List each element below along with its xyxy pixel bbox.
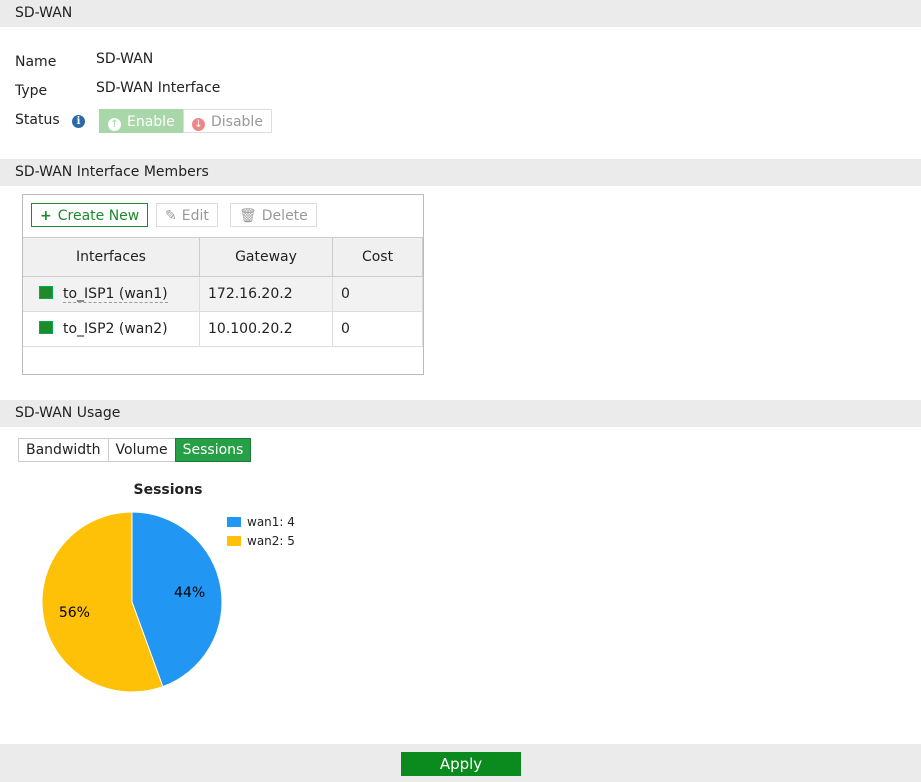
create-new-button[interactable]: + Create New — [31, 203, 149, 227]
create-new-label: Create New — [57, 208, 140, 224]
column-header-cost[interactable]: Cost — [332, 237, 423, 277]
section-header-sdwan: SD-WAN — [0, 0, 921, 27]
type-label: Type — [15, 83, 48, 99]
type-value: SD-WAN Interface — [96, 80, 221, 96]
legend-swatch — [227, 536, 241, 546]
arrow-up-icon: ↑ — [108, 118, 121, 131]
port-icon — [39, 321, 53, 334]
legend-item-wan1[interactable]: wan1: 4 — [227, 515, 295, 529]
tab-bandwidth[interactable]: Bandwidth — [18, 438, 109, 462]
footer: Apply — [0, 744, 921, 782]
legend-label: wan1: 4 — [247, 515, 295, 529]
cost-cell: 0 — [332, 276, 423, 312]
status-label: Status i — [15, 112, 86, 128]
gateway-cell: 172.16.20.2 — [199, 276, 333, 312]
tab-volume[interactable]: Volume — [107, 438, 176, 462]
disable-button[interactable]: ↓ Disable — [183, 109, 272, 133]
enable-button[interactable]: ↑ Enable — [99, 109, 184, 133]
plus-icon: + — [40, 208, 52, 224]
interface-name: to_ISP1 (wan1) — [63, 286, 168, 303]
edit-label: Edit — [181, 208, 209, 224]
gateway-cell: 10.100.20.2 — [199, 311, 333, 347]
delete-button[interactable]: 🗑 Delete — [230, 203, 317, 227]
pie-chart: 44% 56% — [41, 511, 223, 693]
column-header-interfaces[interactable]: Interfaces — [23, 237, 200, 277]
table-row[interactable]: to_ISP2 (wan2) 10.100.20.2 0 — [23, 311, 423, 347]
chart-title: Sessions — [133, 482, 203, 498]
port-icon — [39, 286, 53, 299]
section-header-members: SD-WAN Interface Members — [0, 159, 921, 186]
members-panel: + Create New ✎ Edit 🗑 Delete Interfaces Gate… — [22, 194, 424, 375]
edit-button[interactable]: ✎ Edit — [156, 203, 218, 227]
enable-label: Enable — [127, 114, 175, 130]
section-header-usage: SD-WAN Usage — [0, 400, 921, 427]
tab-sessions[interactable]: Sessions — [174, 438, 252, 462]
column-header-gateway[interactable]: Gateway — [199, 237, 333, 277]
info-icon[interactable]: i — [72, 115, 86, 128]
table-row[interactable]: to_ISP1 (wan1) 172.16.20.2 0 — [23, 276, 423, 312]
members-table: Interfaces Gateway Cost to_ISP1 (wan1) 172.… — [23, 237, 423, 347]
apply-button[interactable]: Apply — [401, 752, 521, 776]
name-label: Name — [15, 54, 57, 70]
usage-tabs: Bandwidth Volume Sessions — [18, 438, 252, 462]
status-label-text: Status — [15, 112, 60, 128]
legend-swatch — [227, 517, 241, 527]
arrow-down-icon: ↓ — [192, 118, 205, 131]
trash-icon: 🗑 — [239, 208, 257, 224]
pencil-icon: ✎ — [165, 208, 177, 224]
slice-label-wan1: 44% — [174, 585, 205, 601]
disable-label: Disable — [211, 114, 263, 130]
cost-cell: 0 — [332, 311, 423, 347]
legend-item-wan2[interactable]: wan2: 5 — [227, 534, 295, 548]
name-value: SD-WAN — [96, 51, 154, 67]
legend-label: wan2: 5 — [247, 534, 295, 548]
interface-name: to_ISP2 (wan2) — [63, 321, 168, 337]
slice-label-wan2: 56% — [59, 605, 90, 621]
delete-label: Delete — [261, 208, 308, 224]
